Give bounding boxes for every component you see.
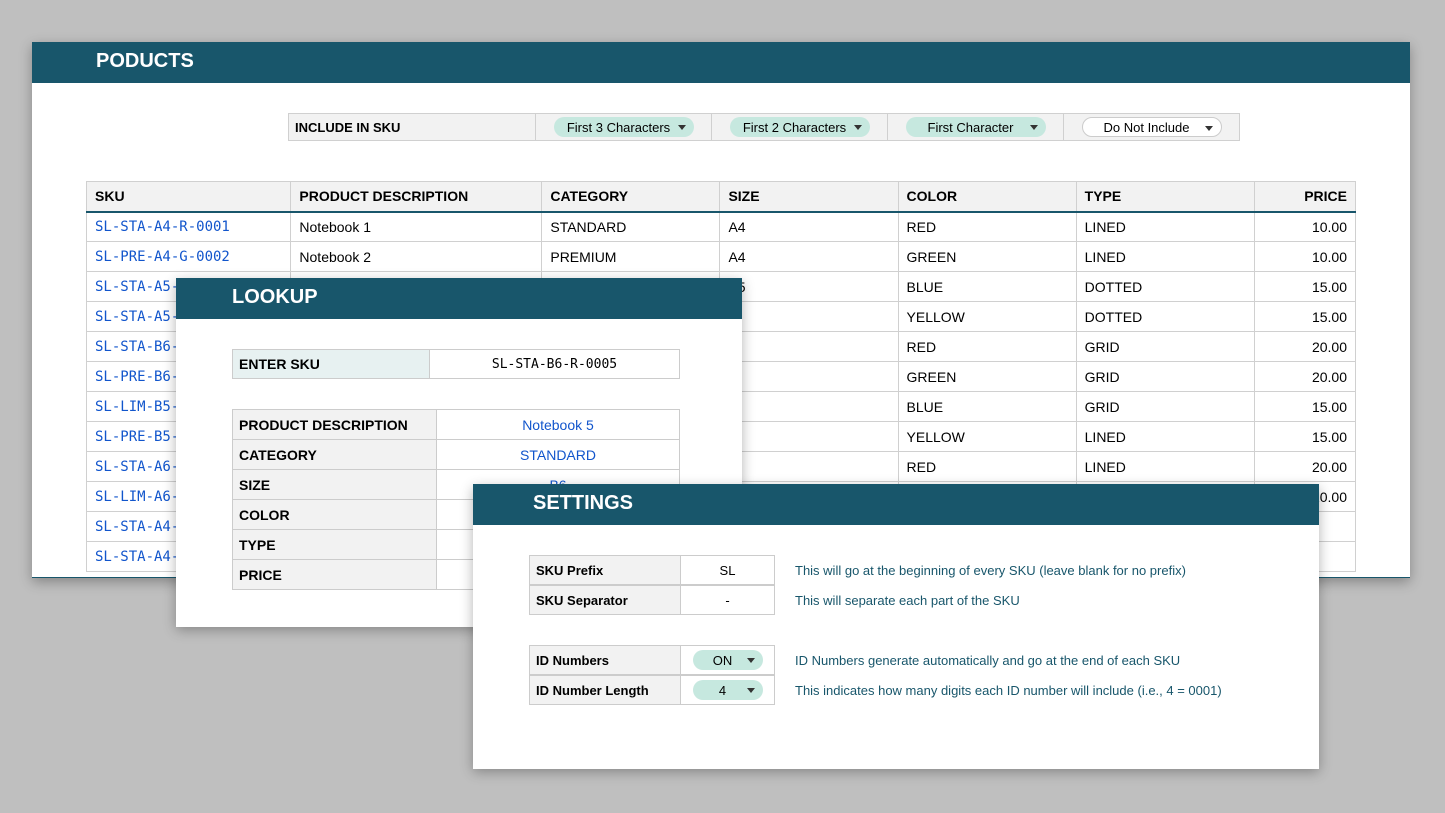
products-header-4: COLOR — [898, 182, 1076, 212]
price-cell: 20.00 — [1254, 452, 1355, 482]
color-cell: RED — [898, 212, 1076, 242]
settings-description: ID Numbers generate automatically and go… — [795, 653, 1180, 668]
products-header-2: CATEGORY — [542, 182, 720, 212]
enter-sku-label: ENTER SKU — [232, 349, 430, 379]
color-cell: GREEN — [898, 242, 1076, 272]
price-cell: 20.00 — [1254, 362, 1355, 392]
size-cell — [720, 422, 898, 452]
settings-panel: SETTINGS SKU PrefixSL This will go at the… — [473, 484, 1319, 768]
size-cell: A4 — [720, 242, 898, 272]
lookup-field-label: TYPE — [233, 530, 437, 560]
price-cell: 15.00 — [1254, 302, 1355, 332]
settings-value[interactable]: SL — [681, 555, 775, 585]
price-cell: 10.00 — [1254, 212, 1355, 242]
settings-description: This indicates how many digits each ID n… — [795, 683, 1222, 698]
lookup-row: CATEGORYSTANDARD — [233, 440, 680, 470]
products-header-row: SKUPRODUCT DESCRIPTIONCATEGORYSIZECOLORT… — [87, 182, 1356, 212]
include-dropdown-3[interactable]: Do Not Include — [1082, 117, 1222, 137]
price-cell: 10.00 — [1254, 242, 1355, 272]
type-cell: GRID — [1076, 362, 1254, 392]
table-row: SL-PRE-A4-G-0002Notebook 2PREMIUMA4GREEN… — [87, 242, 1356, 272]
settings-description: This will go at the beginning of every S… — [795, 563, 1186, 578]
lookup-field-label: PRODUCT DESCRIPTION — [233, 410, 437, 440]
category-cell: PREMIUM — [542, 242, 720, 272]
size-cell — [720, 362, 898, 392]
settings-value[interactable]: ON — [681, 645, 775, 675]
sku-cell: SL-PRE-A4-G-0002 — [87, 242, 291, 272]
lookup-field-label: CATEGORY — [233, 440, 437, 470]
desc-cell: Notebook 2 — [291, 242, 542, 272]
include-in-sku-row: INCLUDE IN SKU First 3 Characters First … — [288, 113, 1356, 141]
settings-row: SKU PrefixSL This will go at the beginnin… — [529, 555, 1263, 585]
lookup-field-label: SIZE — [233, 470, 437, 500]
category-cell: STANDARD — [542, 212, 720, 242]
size-cell — [720, 452, 898, 482]
settings-row: ID Numbers ON ID Numbers generate automati… — [529, 645, 1263, 675]
settings-value[interactable]: 4 — [681, 675, 775, 705]
lookup-enter-row: ENTER SKU SL-STA-B6-R-0005 — [232, 349, 686, 379]
sku-cell: SL-STA-A4-R-0001 — [87, 212, 291, 242]
settings-label: ID Numbers — [529, 645, 681, 675]
products-header-6: PRICE — [1254, 182, 1355, 212]
type-cell: GRID — [1076, 332, 1254, 362]
settings-label: ID Number Length — [529, 675, 681, 705]
lookup-field-value: STANDARD — [437, 440, 680, 470]
lookup-row: PRODUCT DESCRIPTIONNotebook 5 — [233, 410, 680, 440]
type-cell: LINED — [1076, 212, 1254, 242]
color-cell: YELLOW — [898, 302, 1076, 332]
type-cell: DOTTED — [1076, 302, 1254, 332]
type-cell: LINED — [1076, 242, 1254, 272]
settings-label: SKU Prefix — [529, 555, 681, 585]
settings-value[interactable]: - — [681, 585, 775, 615]
size-cell — [720, 302, 898, 332]
price-cell: 15.00 — [1254, 392, 1355, 422]
settings-title: SETTINGS — [473, 484, 1319, 525]
size-cell: A5 — [720, 272, 898, 302]
color-cell: RED — [898, 332, 1076, 362]
size-cell: A4 — [720, 212, 898, 242]
lookup-title: LOOKUP — [176, 278, 742, 319]
settings-body: SKU PrefixSL This will go at the beginnin… — [473, 525, 1319, 769]
size-cell — [720, 392, 898, 422]
settings-dropdown[interactable]: 4 — [693, 680, 763, 700]
include-label: INCLUDE IN SKU — [288, 113, 536, 141]
color-cell: YELLOW — [898, 422, 1076, 452]
products-header-3: SIZE — [720, 182, 898, 212]
settings-row: ID Number Length 4 This indicates how many… — [529, 675, 1263, 705]
settings-label: SKU Separator — [529, 585, 681, 615]
color-cell: BLUE — [898, 392, 1076, 422]
type-cell: LINED — [1076, 452, 1254, 482]
color-cell: GREEN — [898, 362, 1076, 392]
price-cell: 20.00 — [1254, 332, 1355, 362]
enter-sku-input[interactable]: SL-STA-B6-R-0005 — [430, 349, 680, 379]
type-cell: LINED — [1076, 422, 1254, 452]
settings-description: This will separate each part of the SKU — [795, 593, 1020, 608]
type-cell: DOTTED — [1076, 272, 1254, 302]
lookup-field-label: COLOR — [233, 500, 437, 530]
products-header-1: PRODUCT DESCRIPTION — [291, 182, 542, 212]
desc-cell: Notebook 1 — [291, 212, 542, 242]
lookup-field-value: Notebook 5 — [437, 410, 680, 440]
products-title: PODUCTS — [32, 42, 1410, 83]
color-cell: RED — [898, 452, 1076, 482]
settings-dropdown[interactable]: ON — [693, 650, 763, 670]
type-cell: GRID — [1076, 392, 1254, 422]
lookup-field-label: PRICE — [233, 560, 437, 590]
include-dropdown-1[interactable]: First 2 Characters — [730, 117, 870, 137]
price-cell: 15.00 — [1254, 422, 1355, 452]
size-cell — [720, 332, 898, 362]
table-row: SL-STA-A4-R-0001Notebook 1STANDARDA4REDL… — [87, 212, 1356, 242]
products-header-5: TYPE — [1076, 182, 1254, 212]
products-header-0: SKU — [87, 182, 291, 212]
price-cell: 15.00 — [1254, 272, 1355, 302]
settings-row: SKU Separator- This will separate each pa… — [529, 585, 1263, 615]
color-cell: BLUE — [898, 272, 1076, 302]
include-dropdown-0[interactable]: First 3 Characters — [554, 117, 694, 137]
include-dropdown-2[interactable]: First Character — [906, 117, 1046, 137]
